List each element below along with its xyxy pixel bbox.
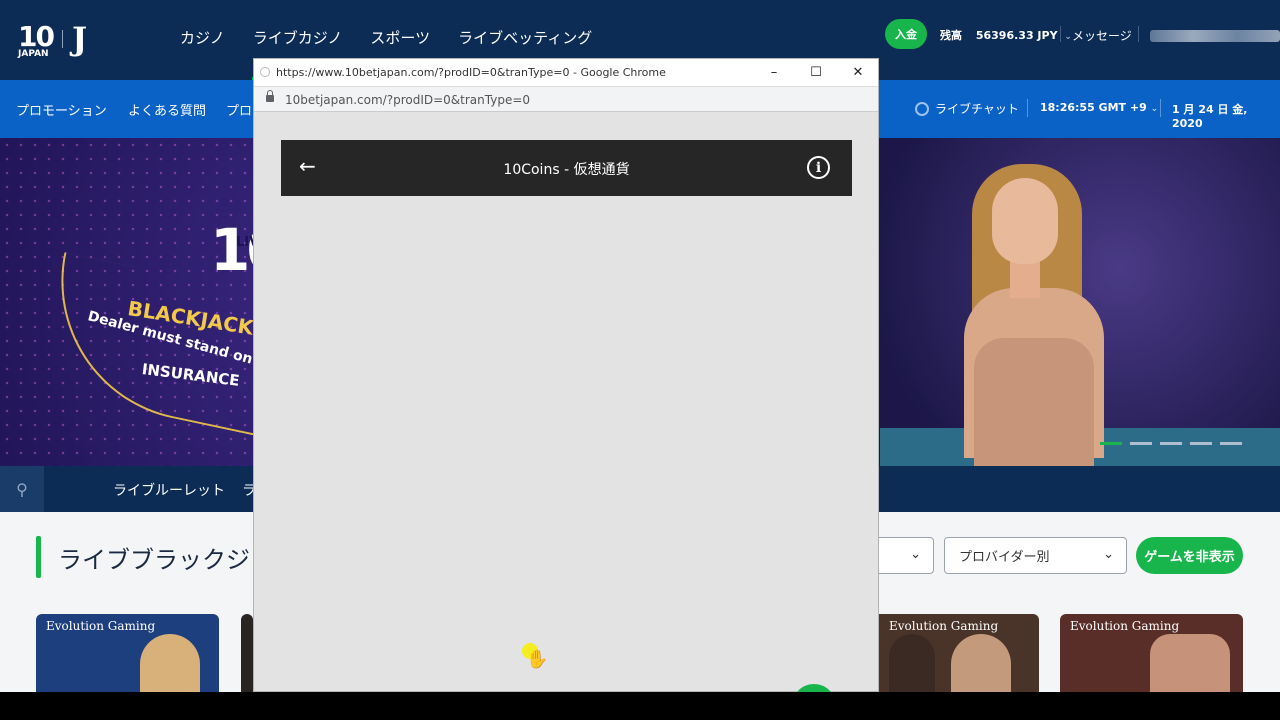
- carousel-dot[interactable]: [1220, 442, 1242, 445]
- popup-browser-window[interactable]: https://www.10betjapan.com/?prodID=0&tra…: [253, 58, 879, 692]
- popup-page-title: 10Coins - 仮想通貨: [503, 162, 630, 178]
- screen-bottom-bar: [0, 692, 1280, 720]
- favicon-icon: [260, 67, 270, 77]
- divider: [1138, 26, 1139, 42]
- provider-dropdown-value: プロバイダー別: [959, 550, 1050, 565]
- deposit-button[interactable]: 入金: [885, 19, 927, 49]
- chevron-down-icon: ⌄: [1103, 547, 1114, 562]
- subnav-promotions[interactable]: プロモーション: [16, 100, 107, 119]
- section-title: ライブブラックジ: [58, 546, 250, 574]
- logo-divider: [62, 30, 63, 48]
- carousel-dot[interactable]: [1160, 442, 1182, 445]
- chevron-down-icon: ⌄: [1064, 32, 1072, 42]
- carousel-dot[interactable]: [1190, 442, 1212, 445]
- popup-titlebar[interactable]: https://www.10betjapan.com/?prodID=0&tra…: [254, 59, 878, 86]
- nav-live-betting[interactable]: ライブベッティング: [458, 27, 592, 48]
- chat-icon: [915, 101, 929, 116]
- lock-icon: [266, 90, 274, 102]
- clock-text: 18:26:55 GMT +9: [1040, 101, 1147, 114]
- balance-amount: 56396.33 JPY: [975, 29, 1058, 42]
- messages-link[interactable]: メッセージ: [1072, 27, 1132, 44]
- carousel-dot[interactable]: [1100, 442, 1122, 445]
- partner-logo: J: [72, 20, 88, 58]
- search-icon[interactable]: ⚲: [0, 466, 44, 512]
- minimize-icon[interactable]: –: [764, 63, 784, 81]
- logo-sub: JAPAN: [18, 49, 49, 59]
- carousel-dot[interactable]: [1130, 442, 1152, 445]
- live-chat-label: ライブチャット: [935, 102, 1019, 116]
- balance-label: 残高: [940, 29, 962, 42]
- chevron-down-icon: ⌄: [910, 547, 921, 562]
- divider: [1027, 99, 1028, 117]
- subnav-faq[interactable]: よくある質問: [128, 100, 206, 119]
- main-menu: カジノ ライブカジノ スポーツ ライブベッティング: [180, 27, 592, 48]
- hide-games-button[interactable]: ゲームを非表示: [1136, 537, 1243, 574]
- popup-address-bar[interactable]: 10betjapan.com/?prodID=0&tranType=0: [254, 86, 878, 112]
- game-card[interactable]: Evolution Gaming: [1060, 614, 1243, 704]
- game-card[interactable]: [241, 614, 253, 704]
- balance-display[interactable]: 残高 56396.33 JPY ⌄: [940, 27, 1072, 43]
- hand-cursor-icon: ✋: [526, 649, 549, 670]
- close-icon[interactable]: ✕: [848, 63, 868, 81]
- dealer-image: [940, 158, 1150, 466]
- carousel-indicators: [1100, 442, 1242, 445]
- popup-window-title: https://www.10betjapan.com/?prodID=0&tra…: [276, 66, 666, 79]
- live-chat-link[interactable]: ライブチャット: [915, 100, 1019, 117]
- username-blurred[interactable]: [1150, 30, 1280, 42]
- subnav-more[interactable]: プロ: [226, 100, 252, 119]
- date-display: 1 月 24 日 金, 2020: [1172, 103, 1248, 130]
- game-card[interactable]: Evolution Gaming: [36, 614, 219, 704]
- provider-brand: Evolution Gaming: [1070, 619, 1180, 633]
- divider: [1060, 26, 1061, 42]
- clock[interactable]: 18:26:55 GMT +9 ⌄: [1040, 101, 1158, 114]
- nav-casino[interactable]: カジノ: [180, 27, 225, 48]
- provider-brand: Evolution Gaming: [889, 619, 999, 633]
- info-icon[interactable]: i: [807, 156, 830, 179]
- section-accent: [36, 536, 41, 578]
- maximize-icon[interactable]: ☐: [806, 63, 826, 81]
- popup-url: 10betjapan.com/?prodID=0&tranType=0: [285, 93, 531, 107]
- divider: [1160, 99, 1161, 117]
- game-card[interactable]: Evolution Gaming: [879, 614, 1039, 704]
- provider-dropdown[interactable]: プロバイダー別 ⌄: [944, 537, 1127, 574]
- logo[interactable]: 10 JAPAN J: [16, 20, 96, 60]
- provider-brand: Evolution Gaming: [46, 619, 156, 633]
- nav-live-casino[interactable]: ライブカジノ: [253, 27, 343, 48]
- nav-sports[interactable]: スポーツ: [370, 27, 430, 48]
- chevron-down-icon: ⌄: [1150, 104, 1159, 114]
- category-live-roulette[interactable]: ライブルーレット: [113, 480, 225, 500]
- popup-page-header: ← 10Coins - 仮想通貨 i: [281, 140, 852, 196]
